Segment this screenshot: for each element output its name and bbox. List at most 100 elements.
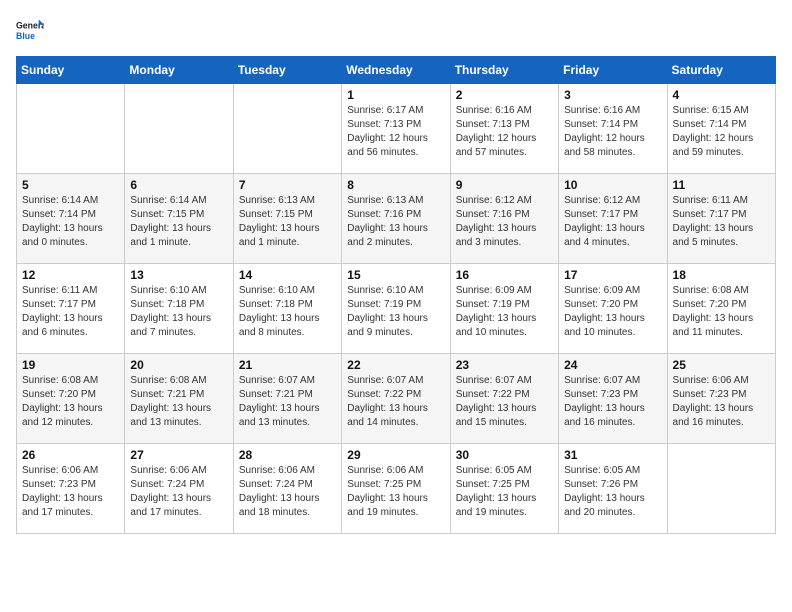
logo: General Blue	[16, 16, 48, 44]
day-info: Sunrise: 6:08 AM Sunset: 7:20 PM Dayligh…	[673, 284, 770, 340]
day-info: Sunrise: 6:06 AM Sunset: 7:24 PM Dayligh…	[130, 464, 227, 520]
day-info: Sunrise: 6:08 AM Sunset: 7:21 PM Dayligh…	[130, 374, 227, 430]
calendar-cell: 8 Sunrise: 6:13 AM Sunset: 7:16 PM Daylig…	[342, 174, 450, 264]
calendar-table: SundayMondayTuesdayWednesdayThursdayFrid…	[16, 56, 776, 534]
calendar-week-row: 5 Sunrise: 6:14 AM Sunset: 7:14 PM Daylig…	[17, 174, 776, 264]
day-info: Sunrise: 6:11 AM Sunset: 7:17 PM Dayligh…	[22, 284, 119, 340]
day-number: 4	[673, 88, 770, 102]
calendar-cell: 6 Sunrise: 6:14 AM Sunset: 7:15 PM Daylig…	[125, 174, 233, 264]
day-number: 20	[130, 358, 227, 372]
day-number: 15	[347, 268, 444, 282]
calendar-cell: 31Sunrise: 6:05 AM Sunset: 7:26 PM Dayli…	[559, 444, 667, 534]
calendar-cell: 14Sunrise: 6:10 AM Sunset: 7:18 PM Dayli…	[233, 264, 341, 354]
calendar-cell: 26 Sunrise: 6:06 AM Sunset: 7:23 PM Dayli…	[17, 444, 125, 534]
weekday-header: Tuesday	[233, 57, 341, 84]
day-number: 12	[22, 268, 119, 282]
day-number: 26	[22, 448, 119, 462]
day-number: 31	[564, 448, 661, 462]
day-number: 17	[564, 268, 661, 282]
day-number: 24	[564, 358, 661, 372]
day-number: 29	[347, 448, 444, 462]
calendar-cell: 27 Sunrise: 6:06 AM Sunset: 7:24 PM Dayli…	[125, 444, 233, 534]
calendar-cell: 10 Sunrise: 6:12 AM Sunset: 7:17 PM Dayli…	[559, 174, 667, 264]
day-info: Sunrise: 6:11 AM Sunset: 7:17 PM Dayligh…	[673, 194, 770, 250]
day-info: Sunrise: 6:12 AM Sunset: 7:17 PM Dayligh…	[564, 194, 661, 250]
calendar-cell: 21 Sunrise: 6:07 AM Sunset: 7:21 PM Dayli…	[233, 354, 341, 444]
day-number: 7	[239, 178, 336, 192]
weekday-header: Sunday	[17, 57, 125, 84]
calendar-cell: 24 Sunrise: 6:07 AM Sunset: 7:23 PM Dayli…	[559, 354, 667, 444]
day-number: 11	[673, 178, 770, 192]
calendar-week-row: 12 Sunrise: 6:11 AM Sunset: 7:17 PM Dayli…	[17, 264, 776, 354]
calendar-cell: 17 Sunrise: 6:09 AM Sunset: 7:20 PM Dayli…	[559, 264, 667, 354]
calendar-cell: 28 Sunrise: 6:06 AM Sunset: 7:24 PM Dayli…	[233, 444, 341, 534]
calendar-cell: 23 Sunrise: 6:07 AM Sunset: 7:22 PM Dayli…	[450, 354, 558, 444]
day-number: 27	[130, 448, 227, 462]
calendar-cell: 9Sunrise: 6:12 AM Sunset: 7:16 PM Daylig…	[450, 174, 558, 264]
day-info: Sunrise: 6:13 AM Sunset: 7:15 PM Dayligh…	[239, 194, 336, 250]
day-info: Sunrise: 6:16 AM Sunset: 7:14 PM Dayligh…	[564, 104, 661, 160]
calendar-cell: 7 Sunrise: 6:13 AM Sunset: 7:15 PM Daylig…	[233, 174, 341, 264]
day-number: 1	[347, 88, 444, 102]
calendar-cell: 1 Sunrise: 6:17 AM Sunset: 7:13 PM Daylig…	[342, 84, 450, 174]
calendar-cell: 5 Sunrise: 6:14 AM Sunset: 7:14 PM Daylig…	[17, 174, 125, 264]
day-info: Sunrise: 6:06 AM Sunset: 7:24 PM Dayligh…	[239, 464, 336, 520]
day-info: Sunrise: 6:09 AM Sunset: 7:20 PM Dayligh…	[564, 284, 661, 340]
day-number: 28	[239, 448, 336, 462]
calendar-cell: 4 Sunrise: 6:15 AM Sunset: 7:14 PM Daylig…	[667, 84, 775, 174]
day-info: Sunrise: 6:05 AM Sunset: 7:25 PM Dayligh…	[456, 464, 553, 520]
day-info: Sunrise: 6:08 AM Sunset: 7:20 PM Dayligh…	[22, 374, 119, 430]
calendar-cell: 25 Sunrise: 6:06 AM Sunset: 7:23 PM Dayli…	[667, 354, 775, 444]
day-number: 2	[456, 88, 553, 102]
day-number: 3	[564, 88, 661, 102]
svg-text:Blue: Blue	[16, 31, 35, 41]
day-number: 22	[347, 358, 444, 372]
day-info: Sunrise: 6:14 AM Sunset: 7:15 PM Dayligh…	[130, 194, 227, 250]
calendar-cell	[125, 84, 233, 174]
calendar-week-row: 26 Sunrise: 6:06 AM Sunset: 7:23 PM Dayli…	[17, 444, 776, 534]
calendar-cell: 11 Sunrise: 6:11 AM Sunset: 7:17 PM Dayli…	[667, 174, 775, 264]
day-info: Sunrise: 6:15 AM Sunset: 7:14 PM Dayligh…	[673, 104, 770, 160]
day-number: 5	[22, 178, 119, 192]
day-number: 6	[130, 178, 227, 192]
day-info: Sunrise: 6:14 AM Sunset: 7:14 PM Dayligh…	[22, 194, 119, 250]
day-info: Sunrise: 6:06 AM Sunset: 7:23 PM Dayligh…	[673, 374, 770, 430]
weekday-header: Thursday	[450, 57, 558, 84]
calendar-week-row: 1 Sunrise: 6:17 AM Sunset: 7:13 PM Daylig…	[17, 84, 776, 174]
day-info: Sunrise: 6:07 AM Sunset: 7:22 PM Dayligh…	[456, 374, 553, 430]
calendar-cell: 16Sunrise: 6:09 AM Sunset: 7:19 PM Dayli…	[450, 264, 558, 354]
day-number: 25	[673, 358, 770, 372]
day-number: 19	[22, 358, 119, 372]
day-number: 21	[239, 358, 336, 372]
logo-icon: General Blue	[16, 16, 44, 44]
day-info: Sunrise: 6:10 AM Sunset: 7:18 PM Dayligh…	[130, 284, 227, 340]
calendar-cell: 18 Sunrise: 6:08 AM Sunset: 7:20 PM Dayli…	[667, 264, 775, 354]
day-number: 14	[239, 268, 336, 282]
day-info: Sunrise: 6:07 AM Sunset: 7:21 PM Dayligh…	[239, 374, 336, 430]
calendar-cell: 20 Sunrise: 6:08 AM Sunset: 7:21 PM Dayli…	[125, 354, 233, 444]
page-header: General Blue	[16, 16, 776, 44]
calendar-week-row: 19 Sunrise: 6:08 AM Sunset: 7:20 PM Dayli…	[17, 354, 776, 444]
day-number: 13	[130, 268, 227, 282]
calendar-cell	[233, 84, 341, 174]
day-info: Sunrise: 6:16 AM Sunset: 7:13 PM Dayligh…	[456, 104, 553, 160]
calendar-cell: 22Sunrise: 6:07 AM Sunset: 7:22 PM Dayli…	[342, 354, 450, 444]
day-info: Sunrise: 6:13 AM Sunset: 7:16 PM Dayligh…	[347, 194, 444, 250]
weekday-header: Wednesday	[342, 57, 450, 84]
weekday-header-row: SundayMondayTuesdayWednesdayThursdayFrid…	[17, 57, 776, 84]
day-number: 10	[564, 178, 661, 192]
day-info: Sunrise: 6:06 AM Sunset: 7:23 PM Dayligh…	[22, 464, 119, 520]
calendar-cell: 3 Sunrise: 6:16 AM Sunset: 7:14 PM Daylig…	[559, 84, 667, 174]
day-number: 30	[456, 448, 553, 462]
calendar-cell: 29Sunrise: 6:06 AM Sunset: 7:25 PM Dayli…	[342, 444, 450, 534]
day-info: Sunrise: 6:10 AM Sunset: 7:19 PM Dayligh…	[347, 284, 444, 340]
day-number: 8	[347, 178, 444, 192]
weekday-header: Monday	[125, 57, 233, 84]
day-number: 23	[456, 358, 553, 372]
day-info: Sunrise: 6:07 AM Sunset: 7:23 PM Dayligh…	[564, 374, 661, 430]
calendar-cell: 30 Sunrise: 6:05 AM Sunset: 7:25 PM Dayli…	[450, 444, 558, 534]
calendar-cell: 19 Sunrise: 6:08 AM Sunset: 7:20 PM Dayli…	[17, 354, 125, 444]
day-number: 9	[456, 178, 553, 192]
day-info: Sunrise: 6:17 AM Sunset: 7:13 PM Dayligh…	[347, 104, 444, 160]
day-number: 18	[673, 268, 770, 282]
